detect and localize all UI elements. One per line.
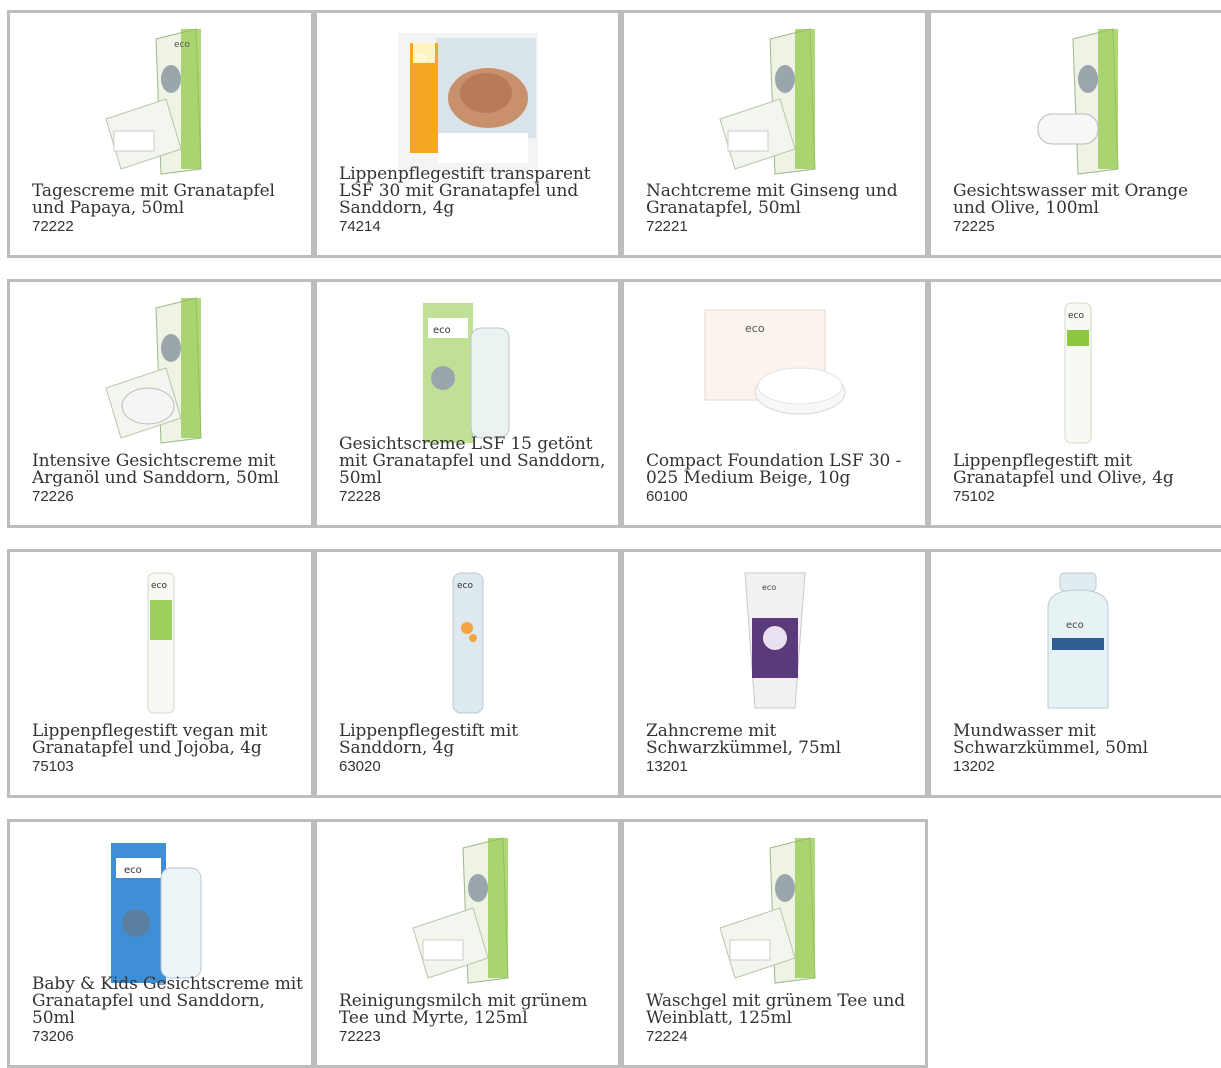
- product-sku: 72226: [32, 488, 74, 505]
- product-sku: 72221: [646, 218, 688, 235]
- product-sku: 75103: [32, 758, 74, 775]
- lipbalm-olive-icon: eco: [931, 288, 1221, 448]
- svg-text:eco: eco: [1068, 311, 1084, 321]
- product-card[interactable]: eco Zahncreme mit Schwarzkümmel, 75ml 13…: [621, 549, 928, 798]
- product-card[interactable]: 30 Lippenpflegestift transparent LSF 30 …: [314, 10, 621, 258]
- product-sku: 13202: [953, 758, 995, 775]
- product-card[interactable]: eco Lippenpflegestift mit Granatapfel un…: [928, 279, 1221, 528]
- product-name[interactable]: Nachtcreme mit Ginseng und Granatapfel, …: [646, 183, 917, 217]
- product-card[interactable]: eco Lippenpflegestift mit Sanddorn, 4g 6…: [314, 549, 621, 798]
- box-cream-night-icon: [624, 19, 925, 179]
- product-card[interactable]: eco Gesichtscreme LSF 15 getönt mit Gran…: [314, 279, 621, 528]
- svg-text:eco: eco: [174, 40, 190, 50]
- product-card[interactable]: eco Tagescreme mit Granatapfel und Papay…: [7, 10, 314, 258]
- product-sku: 75102: [953, 488, 995, 505]
- product-card[interactable]: eco Baby & Kids Gesichtscreme mit Granat…: [7, 819, 314, 1068]
- product-name[interactable]: Tagescreme mit Granatapfel und Papaya, 5…: [32, 183, 303, 217]
- svg-text:eco: eco: [1066, 620, 1084, 631]
- product-sku: 72225: [953, 218, 995, 235]
- svg-text:30: 30: [414, 53, 427, 64]
- product-card[interactable]: eco Lippenpflegestift vegan mit Granatap…: [7, 549, 314, 798]
- product-name[interactable]: Waschgel mit grünem Tee und Weinblatt, 1…: [646, 993, 917, 1027]
- box-baby-kids-icon: eco: [10, 828, 311, 988]
- product-sku: 63020: [339, 758, 381, 775]
- product-name[interactable]: Gesichtscreme LSF 15 getönt mit Granatap…: [339, 436, 610, 487]
- product-grid: eco Tagescreme mit Granatapfel und Papay…: [0, 0, 1221, 1068]
- product-card[interactable]: Waschgel mit grünem Tee und Weinblatt, 1…: [621, 819, 928, 1068]
- svg-text:eco: eco: [433, 325, 451, 336]
- box-cream-day-icon: eco: [10, 19, 311, 179]
- lipbalm-sanddorn-icon: eco: [317, 558, 618, 718]
- box-cleansing-milk-icon: [317, 828, 618, 988]
- product-card[interactable]: eco Mundwasser mit Schwarzkümmel, 50ml 1…: [928, 549, 1221, 798]
- product-sku: 72222: [32, 218, 74, 235]
- compact-foundation-icon: eco: [624, 300, 925, 420]
- box-wash-gel-icon: [624, 828, 925, 988]
- product-name[interactable]: Compact Foundation LSF 30 - 025 Medium B…: [646, 453, 917, 487]
- box-cream-intensive-icon: [10, 288, 311, 448]
- svg-text:eco: eco: [151, 581, 167, 591]
- product-name[interactable]: Lippenpflegestift mit Sanddorn, 4g: [339, 723, 610, 757]
- product-sku: 60100: [646, 488, 688, 505]
- product-sku: 72224: [646, 1028, 688, 1045]
- box-tinted-cream-icon: eco: [317, 288, 618, 448]
- mouthwash-bottle-icon: eco: [931, 558, 1221, 718]
- product-sku: 72223: [339, 1028, 381, 1045]
- product-sku: 72228: [339, 488, 381, 505]
- product-name[interactable]: Lippenpflegestift mit Granatapfel und Ol…: [953, 453, 1217, 487]
- product-name[interactable]: Mundwasser mit Schwarzkümmel, 50ml: [953, 723, 1217, 757]
- svg-text:eco: eco: [124, 865, 142, 876]
- toothpaste-tube-icon: eco: [624, 558, 925, 718]
- lipbalm-vegan-icon: eco: [10, 558, 311, 718]
- svg-text:eco: eco: [762, 583, 776, 592]
- product-name[interactable]: Reinigungsmilch mit grünem Tee und Myrte…: [339, 993, 610, 1027]
- product-card[interactable]: Nachtcreme mit Ginseng und Granatapfel, …: [621, 10, 928, 258]
- product-card[interactable]: eco Compact Foundation LSF 30 - 025 Medi…: [621, 279, 928, 528]
- product-card[interactable]: Reinigungsmilch mit grünem Tee und Myrte…: [314, 819, 621, 1068]
- product-name[interactable]: Intensive Gesichtscreme mit Arganöl und …: [32, 453, 303, 487]
- product-card[interactable]: Intensive Gesichtscreme mit Arganöl und …: [7, 279, 314, 528]
- lipstick-photo-icon: 30: [317, 23, 618, 173]
- product-card[interactable]: Gesichtswasser mit Orange und Olive, 100…: [928, 10, 1221, 258]
- product-name[interactable]: Lippenpflegestift transparent LSF 30 mit…: [339, 166, 610, 217]
- product-sku: 13201: [646, 758, 688, 775]
- product-sku: 74214: [339, 218, 381, 235]
- product-name[interactable]: Gesichtswasser mit Orange und Olive, 100…: [953, 183, 1217, 217]
- product-name[interactable]: Lippenpflegestift vegan mit Granatapfel …: [32, 723, 303, 757]
- svg-text:eco: eco: [457, 581, 473, 591]
- product-name[interactable]: Baby & Kids Gesichtscreme mit Granatapfe…: [32, 976, 303, 1027]
- box-toner-icon: [931, 19, 1221, 179]
- svg-text:eco: eco: [745, 322, 765, 335]
- product-name[interactable]: Zahncreme mit Schwarzkümmel, 75ml: [646, 723, 917, 757]
- product-sku: 73206: [32, 1028, 74, 1045]
